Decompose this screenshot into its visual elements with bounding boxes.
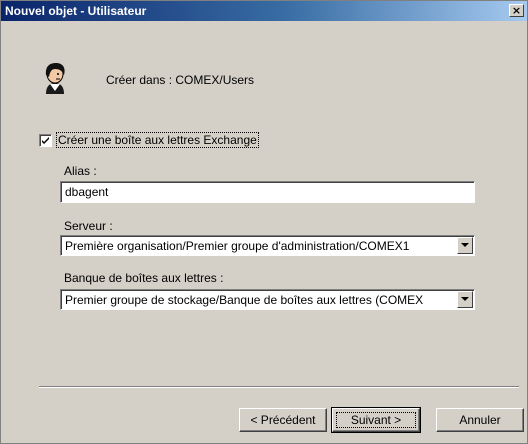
cancel-button[interactable]: Annuler bbox=[436, 408, 524, 432]
store-label: Banque de boîtes aux lettres : bbox=[64, 271, 224, 285]
close-button[interactable]: × bbox=[509, 4, 524, 17]
create-mailbox-checkbox[interactable] bbox=[39, 134, 52, 147]
chevron-down-icon bbox=[461, 243, 469, 247]
alias-label: Alias : bbox=[64, 164, 97, 178]
mailbox-store-select[interactable]: Premier groupe de stockage/Banque de boî… bbox=[60, 289, 475, 310]
title-bar[interactable]: Nouvel objet - Utilisateur × bbox=[1, 1, 527, 21]
checkmark-icon bbox=[42, 137, 49, 144]
button-separator bbox=[39, 386, 519, 388]
new-user-dialog: Nouvel objet - Utilisateur × Créer dans … bbox=[0, 0, 528, 444]
server-dropdown-button[interactable] bbox=[457, 237, 473, 254]
window-title: Nouvel objet - Utilisateur bbox=[5, 4, 147, 18]
create-mailbox-label[interactable]: Créer une boîte aux lettres Exchange bbox=[56, 132, 259, 148]
alias-input[interactable] bbox=[60, 181, 475, 203]
store-dropdown-button[interactable] bbox=[457, 291, 473, 308]
close-icon: × bbox=[511, 4, 522, 17]
server-select[interactable]: Première organisation/Premier groupe d'a… bbox=[60, 235, 475, 256]
server-selected-value: Première organisation/Premier groupe d'a… bbox=[65, 239, 410, 253]
focus-ring bbox=[336, 412, 416, 428]
chevron-down-icon bbox=[461, 297, 469, 301]
back-button[interactable]: < Précédent bbox=[239, 408, 327, 432]
server-label: Serveur : bbox=[64, 219, 113, 233]
next-button[interactable]: Suivant > bbox=[331, 407, 421, 433]
store-selected-value: Premier groupe de stockage/Banque de boî… bbox=[65, 293, 424, 307]
user-icon bbox=[45, 63, 65, 94]
create-in-label: Créer dans : COMEX/Users bbox=[106, 73, 255, 87]
